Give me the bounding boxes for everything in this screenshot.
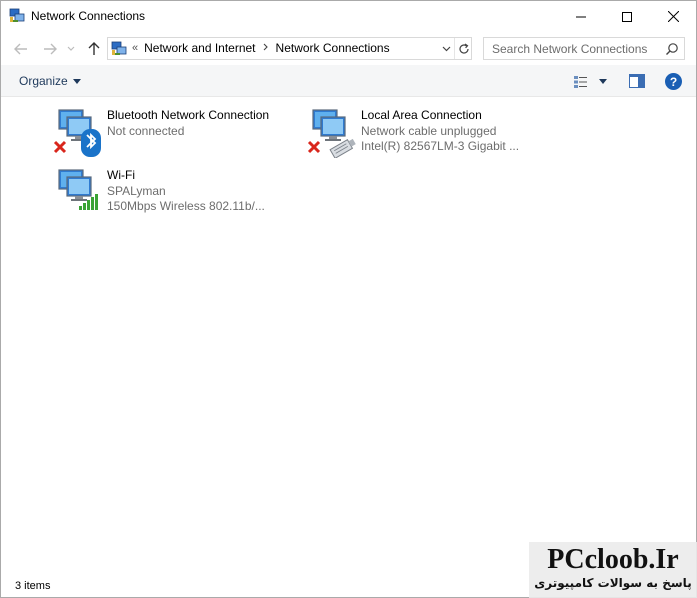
item-name: Wi-Fi: [107, 168, 135, 182]
up-arrow-icon: [88, 42, 100, 55]
back-arrow-icon: [14, 43, 27, 55]
list-item-wifi[interactable]: Wi-Fi SPALyman 150Mbps Wireless 802.11b/…: [53, 168, 283, 224]
maximize-button[interactable]: [604, 1, 650, 32]
ethernet-network-icon: [307, 109, 356, 158]
caret-down-icon: [599, 79, 607, 84]
list-item-bluetooth[interactable]: Bluetooth Network Connection Not connect…: [53, 108, 283, 164]
disconnected-x-icon: [307, 140, 321, 154]
minimize-icon: [576, 16, 586, 17]
breadcrumb-network-connections[interactable]: Network Connections: [276, 41, 390, 55]
item-status: Network cable unplugged: [361, 123, 497, 138]
recent-locations-button[interactable]: [65, 40, 77, 58]
watermark: PCcloob.Ir پاسخ به سوالات کامپیوتری: [529, 542, 697, 598]
connections-list: Bluetooth Network Connection Not connect…: [1, 98, 696, 568]
window-title: Network Connections: [31, 9, 146, 23]
item-device: 150Mbps Wireless 802.11b/...: [107, 199, 265, 213]
network-connections-icon: [111, 41, 127, 55]
item-status: SPALyman: [107, 183, 166, 198]
help-icon[interactable]: ?: [665, 73, 682, 90]
back-button[interactable]: [12, 40, 30, 58]
search-placeholder: Search Network Connections: [492, 42, 648, 56]
up-button[interactable]: [85, 40, 103, 58]
maximize-icon: [622, 11, 632, 22]
breadcrumb: « Network and Internet Network Connectio…: [132, 41, 390, 55]
watermark-brand: PCcloob.Ir: [547, 544, 679, 575]
title-bar[interactable]: Network Connections: [1, 1, 696, 32]
network-connections-icon: [9, 8, 25, 22]
change-view-button[interactable]: [573, 73, 611, 90]
item-text: Bluetooth Network Connection Not connect…: [107, 108, 287, 139]
command-bar: Organize ?: [1, 65, 696, 97]
explorer-window: Network Connections « Network and Intern…: [0, 0, 697, 598]
organize-label: Organize: [19, 74, 68, 88]
close-button[interactable]: [650, 1, 696, 32]
forward-button[interactable]: [41, 40, 59, 58]
item-name: Bluetooth Network Connection: [107, 108, 270, 122]
list-item-local-area-connection[interactable]: Local Area Connection Network cable unpl…: [307, 108, 537, 164]
forward-arrow-icon: [44, 43, 57, 55]
navigation-bar: « Network and Internet Network Connectio…: [1, 32, 696, 65]
breadcrumb-overflow[interactable]: «: [132, 42, 138, 54]
caret-down-icon: [72, 78, 81, 84]
chevron-down-icon: [442, 46, 450, 51]
minimize-button[interactable]: [558, 1, 604, 32]
item-status: Not connected: [107, 123, 185, 138]
disconnected-x-icon: [53, 140, 67, 154]
refresh-button[interactable]: [454, 38, 472, 59]
wifi-network-icon: [58, 169, 98, 210]
bluetooth-network-icon: [53, 109, 101, 157]
watermark-tagline: پاسخ به سوالات کامپیوتری: [534, 576, 692, 590]
address-bar[interactable]: « Network and Internet Network Connectio…: [107, 37, 472, 60]
refresh-icon: [458, 43, 469, 54]
item-text: Wi-Fi SPALyman 150Mbps Wireless 802.11b/…: [107, 168, 287, 215]
chevron-down-icon: [67, 46, 75, 51]
close-icon: [667, 11, 679, 22]
breadcrumb-separator-icon[interactable]: [263, 42, 269, 54]
organize-button[interactable]: Organize: [19, 74, 81, 88]
view-details-icon: [574, 75, 587, 88]
address-history-button[interactable]: [438, 38, 454, 59]
item-text: Local Area Connection Network cable unpl…: [361, 108, 541, 155]
item-count: 3 items: [15, 580, 51, 592]
search-input[interactable]: Search Network Connections: [483, 37, 685, 60]
item-device: Intel(R) 82567LM-3 Gigabit ...: [361, 139, 520, 153]
breadcrumb-network-and-internet[interactable]: Network and Internet: [144, 41, 255, 55]
preview-pane-icon[interactable]: [629, 74, 645, 88]
item-name: Local Area Connection: [361, 108, 482, 122]
search-icon: [666, 43, 678, 55]
